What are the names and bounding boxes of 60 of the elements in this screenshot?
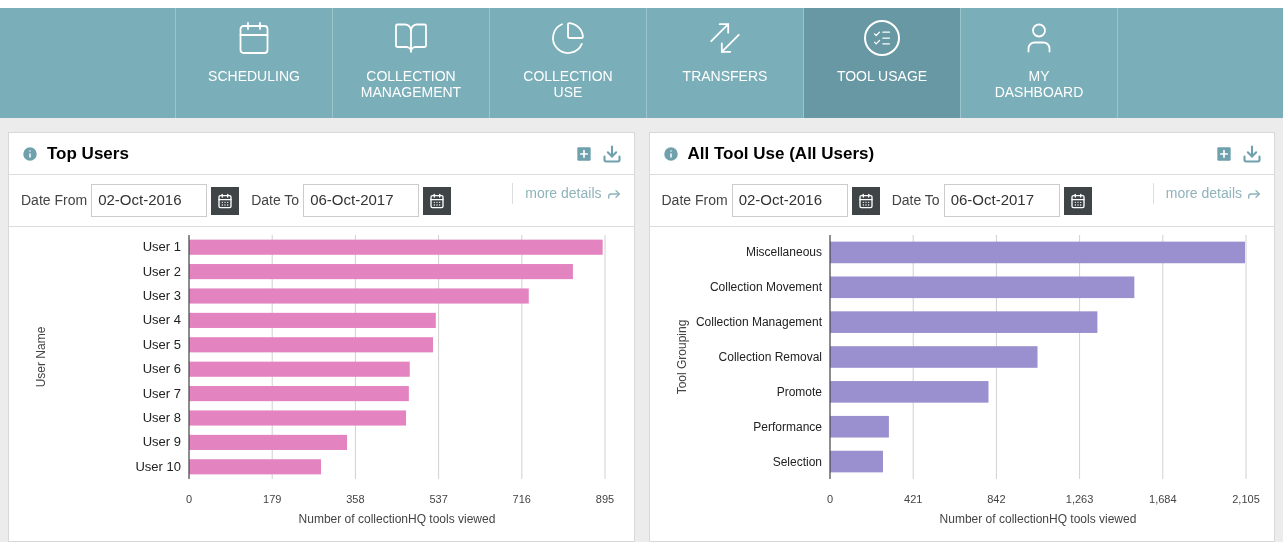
category-label: User 1 xyxy=(142,239,181,255)
category-label: Miscellaneous xyxy=(745,245,822,260)
category-label: User 4 xyxy=(142,312,181,328)
pie-chart-icon xyxy=(550,20,586,56)
axis-title: Tool Grouping xyxy=(674,319,689,395)
category-label: Collection Management xyxy=(695,315,822,330)
date-field[interactable]: 02-Oct-2016 xyxy=(91,184,208,217)
calendar-icon xyxy=(1069,192,1086,209)
category-label: Performance xyxy=(752,419,822,434)
tick-label: 842 xyxy=(986,493,1006,505)
calendar-icon xyxy=(217,192,234,209)
tick-label: 358 xyxy=(346,493,365,505)
category-label: User 5 xyxy=(142,336,181,352)
date-field[interactable]: 06-Oct-2017 xyxy=(943,184,1060,217)
tick-label: 179 xyxy=(263,493,282,505)
tick-label: 2,105 xyxy=(1231,493,1260,505)
field-label: Date From xyxy=(21,191,88,210)
tick-label: 1,684 xyxy=(1148,493,1177,505)
axis-title: Number of collectionHQ tools viewed xyxy=(939,512,1136,526)
tick-label: 0 xyxy=(185,493,193,505)
calendar-button[interactable] xyxy=(851,186,880,215)
download-icon[interactable] xyxy=(601,143,622,164)
category-label: Promote xyxy=(776,384,822,399)
calendar-icon xyxy=(857,192,874,209)
category-label: User 7 xyxy=(142,385,181,401)
tick-label: 1,263 xyxy=(1065,493,1093,505)
panel-title: All Tool Use (All Users) xyxy=(687,142,875,165)
field-label: Date To xyxy=(891,191,940,210)
more-details-link[interactable]: more details xyxy=(525,183,602,204)
nav-tab[interactable]: TOOL USAGE xyxy=(803,8,960,118)
category-label: User 10 xyxy=(135,458,181,474)
date-field[interactable]: 06-Oct-2017 xyxy=(303,184,420,217)
category-label: User 9 xyxy=(142,434,181,450)
more-details-link[interactable]: more details xyxy=(1165,183,1242,204)
tick-label: 716 xyxy=(512,493,531,505)
tick-label: 0 xyxy=(826,493,833,505)
category-label: User 6 xyxy=(142,361,181,377)
axis-title: Number of collectionHQ tools viewed xyxy=(298,512,496,526)
info-icon[interactable] xyxy=(21,144,39,163)
date-field[interactable]: 02-Oct-2016 xyxy=(731,184,848,217)
category-label: Collection Removal xyxy=(718,350,822,364)
calendar-icon xyxy=(429,192,446,209)
calendar-button[interactable] xyxy=(423,186,452,215)
tick-label: 537 xyxy=(429,493,448,505)
category-label: Collection Movement xyxy=(709,280,822,295)
tick-label: 421 xyxy=(903,493,922,505)
category-label: User 2 xyxy=(142,263,181,279)
calendar-button[interactable] xyxy=(211,186,240,215)
tick-label: 895 xyxy=(595,493,615,505)
field-label: Date To xyxy=(251,191,300,210)
calendar-button[interactable] xyxy=(1063,186,1092,215)
category-label: User 3 xyxy=(142,288,181,303)
info-icon[interactable] xyxy=(661,144,680,163)
download-icon[interactable] xyxy=(1242,143,1262,164)
category-label: Selection xyxy=(772,454,822,469)
axis-title: User Name xyxy=(34,326,48,388)
panel-title: Top Users xyxy=(47,142,129,165)
category-label: User 8 xyxy=(142,410,181,425)
field-label: Date From xyxy=(661,191,728,210)
checklist-icon xyxy=(864,20,900,56)
